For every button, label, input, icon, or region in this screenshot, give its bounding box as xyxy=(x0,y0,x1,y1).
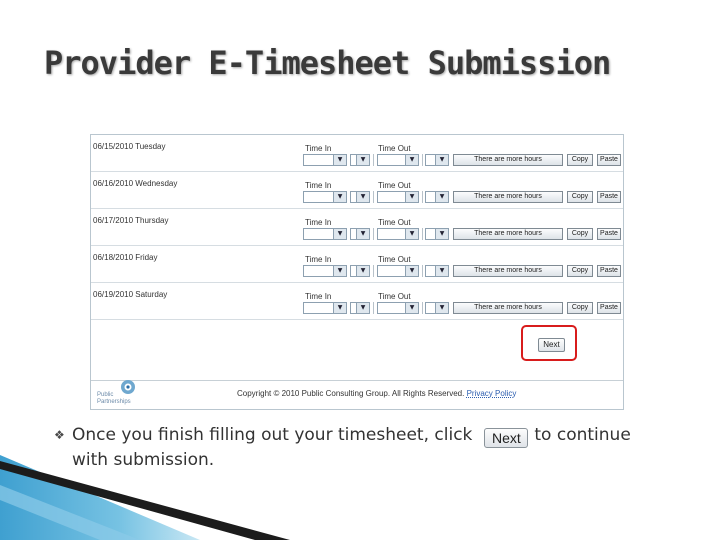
day-row-tuesday: 06/15/2010 Tuesday Time In Time Out ▼ ▼ … xyxy=(91,135,623,172)
time-in-minute-select[interactable]: ▼ xyxy=(350,191,370,203)
time-in-hour-select[interactable]: ▼ xyxy=(303,228,347,240)
day-label: 06/19/2010 Saturday xyxy=(93,290,168,299)
copy-button[interactable]: Copy xyxy=(567,265,593,277)
time-in-hour-select[interactable]: ▼ xyxy=(303,191,347,203)
time-in-hour-select[interactable]: ▼ xyxy=(303,302,347,314)
time-out-label: Time Out xyxy=(378,181,411,190)
day-label: 06/16/2010 Wednesday xyxy=(93,179,178,188)
more-hours-button[interactable]: There are more hours xyxy=(453,302,563,314)
time-in-hour-select[interactable]: ▼ xyxy=(303,265,347,277)
paste-button[interactable]: Paste xyxy=(597,265,621,277)
chevron-down-icon: ▼ xyxy=(435,266,448,276)
time-in-label: Time In xyxy=(305,144,332,153)
paste-button[interactable]: Paste xyxy=(597,191,621,203)
chevron-down-icon: ▼ xyxy=(333,155,346,165)
more-hours-button[interactable]: There are more hours xyxy=(453,191,563,203)
chevron-down-icon: ▼ xyxy=(333,303,346,313)
time-in-label: Time In xyxy=(305,181,332,190)
time-out-hour-select[interactable]: ▼ xyxy=(377,154,419,166)
chevron-down-icon: ▼ xyxy=(356,155,369,165)
day-row-friday: 06/18/2010 Friday Time In Time Out ▼ ▼ ▼… xyxy=(91,246,623,283)
time-out-label: Time Out xyxy=(378,292,411,301)
next-button[interactable]: Next xyxy=(538,338,565,352)
time-out-hour-select[interactable]: ▼ xyxy=(377,265,419,277)
more-hours-button[interactable]: There are more hours xyxy=(453,265,563,277)
bullet-icon: ❖ xyxy=(54,428,65,442)
decorative-swoosh xyxy=(0,455,290,540)
chevron-down-icon: ▼ xyxy=(356,192,369,202)
logo: Public Partnerships xyxy=(95,378,155,408)
chevron-down-icon: ▼ xyxy=(405,229,418,239)
day-label: 06/17/2010 Thursday xyxy=(93,216,169,225)
time-out-label: Time Out xyxy=(378,218,411,227)
day-label: 06/18/2010 Friday xyxy=(93,253,158,262)
time-out-label: Time Out xyxy=(378,144,411,153)
time-out-minute-select[interactable]: ▼ xyxy=(425,191,449,203)
chevron-down-icon: ▼ xyxy=(405,303,418,313)
more-hours-button[interactable]: There are more hours xyxy=(453,154,563,166)
chevron-down-icon: ▼ xyxy=(333,266,346,276)
time-in-label: Time In xyxy=(305,292,332,301)
more-hours-button[interactable]: There are more hours xyxy=(453,228,563,240)
inline-next-button: Next xyxy=(484,428,529,448)
chevron-down-icon: ▼ xyxy=(435,229,448,239)
privacy-policy-link[interactable]: Privacy Policy xyxy=(467,389,517,398)
time-in-label: Time In xyxy=(305,218,332,227)
time-out-minute-select[interactable]: ▼ xyxy=(425,228,449,240)
copyright-text: Copyright © 2010 Public Consulting Group… xyxy=(237,389,465,398)
chevron-down-icon: ▼ xyxy=(435,155,448,165)
time-out-minute-select[interactable]: ▼ xyxy=(425,265,449,277)
logo-text: Public xyxy=(97,392,114,398)
copy-button[interactable]: Copy xyxy=(567,191,593,203)
day-row-wednesday: 06/16/2010 Wednesday Time In Time Out ▼ … xyxy=(91,172,623,209)
slide-title: Provider E-Timesheet Submission xyxy=(44,44,611,82)
instruction-text-part1: Once you finish filling out your timeshe… xyxy=(72,425,473,445)
time-out-minute-select[interactable]: ▼ xyxy=(425,154,449,166)
time-out-hour-select[interactable]: ▼ xyxy=(377,191,419,203)
time-in-minute-select[interactable]: ▼ xyxy=(350,265,370,277)
chevron-down-icon: ▼ xyxy=(435,192,448,202)
day-row-thursday: 06/17/2010 Thursday Time In Time Out ▼ ▼… xyxy=(91,209,623,246)
chevron-down-icon: ▼ xyxy=(405,192,418,202)
chevron-down-icon: ▼ xyxy=(333,192,346,202)
time-in-hour-select[interactable]: ▼ xyxy=(303,154,347,166)
time-out-label: Time Out xyxy=(378,255,411,264)
time-in-minute-select[interactable]: ▼ xyxy=(350,302,370,314)
time-in-label: Time In xyxy=(305,255,332,264)
time-in-minute-select[interactable]: ▼ xyxy=(350,154,370,166)
chevron-down-icon: ▼ xyxy=(405,155,418,165)
day-row-saturday: 06/19/2010 Saturday Time In Time Out ▼ ▼… xyxy=(91,283,623,320)
paste-button[interactable]: Paste xyxy=(597,154,621,166)
time-out-minute-select[interactable]: ▼ xyxy=(425,302,449,314)
day-label: 06/15/2010 Tuesday xyxy=(93,142,166,151)
chevron-down-icon: ▼ xyxy=(356,266,369,276)
chevron-down-icon: ▼ xyxy=(435,303,448,313)
paste-button[interactable]: Paste xyxy=(597,302,621,314)
timesheet-screenshot: 06/15/2010 Tuesday Time In Time Out ▼ ▼ … xyxy=(90,134,624,410)
logo-text: Partnerships xyxy=(97,399,131,405)
chevron-down-icon: ▼ xyxy=(356,303,369,313)
copy-button[interactable]: Copy xyxy=(567,302,593,314)
chevron-down-icon: ▼ xyxy=(356,229,369,239)
time-in-minute-select[interactable]: ▼ xyxy=(350,228,370,240)
time-out-hour-select[interactable]: ▼ xyxy=(377,302,419,314)
copy-button[interactable]: Copy xyxy=(567,228,593,240)
copy-button[interactable]: Copy xyxy=(567,154,593,166)
chevron-down-icon: ▼ xyxy=(333,229,346,239)
time-out-hour-select[interactable]: ▼ xyxy=(377,228,419,240)
paste-button[interactable]: Paste xyxy=(597,228,621,240)
chevron-down-icon: ▼ xyxy=(405,266,418,276)
